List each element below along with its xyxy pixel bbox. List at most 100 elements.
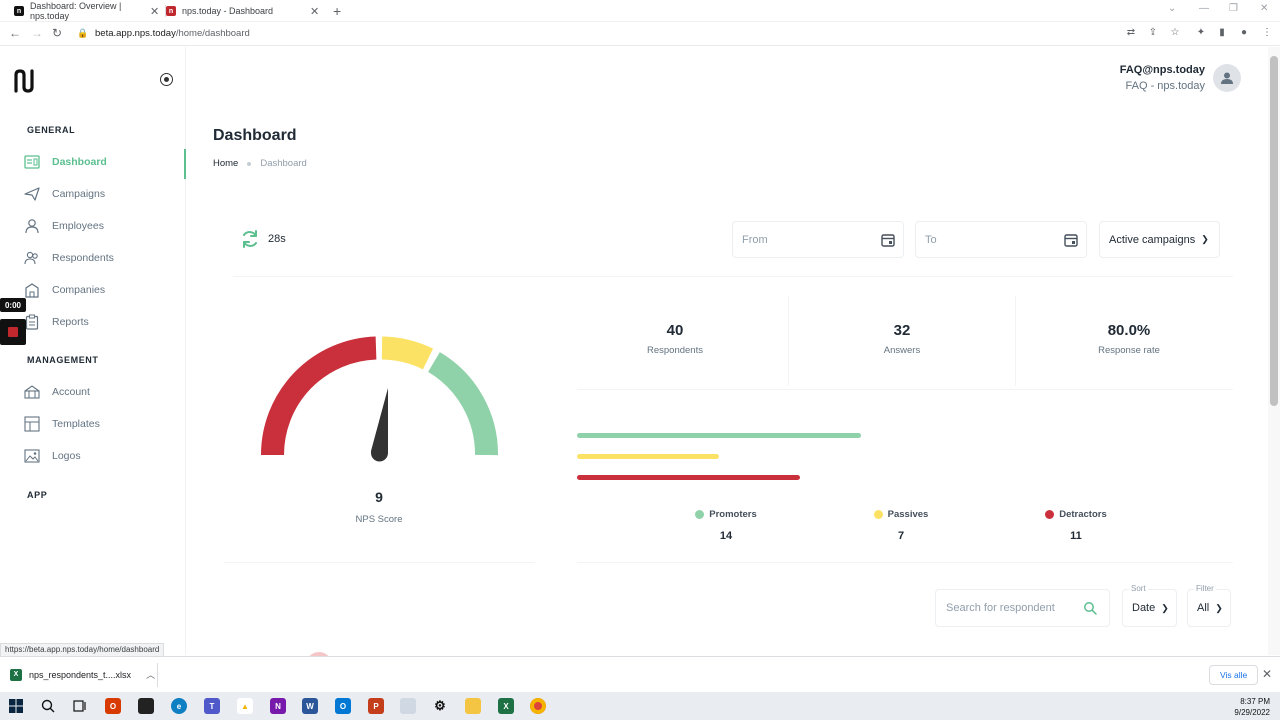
from-date-field[interactable]: From <box>732 221 904 258</box>
browser-tab-2[interactable]: n nps.today - Dashboard ✕ <box>166 0 320 22</box>
search-placeholder: Search for respondent <box>946 602 1055 614</box>
clock-time: 8:37 PM <box>1240 697 1270 706</box>
section-management: MANAGEMENT <box>27 355 99 365</box>
extensions-icon[interactable]: ✦ <box>1196 28 1206 38</box>
file-explorer-icon[interactable] <box>465 698 481 714</box>
calendar-icon[interactable] <box>1064 233 1078 247</box>
share-icon[interactable]: ⇪ <box>1148 28 1158 38</box>
breadcrumb: Home Dashboard <box>213 158 307 169</box>
legend-label: Promoters <box>709 509 757 520</box>
edge-icon[interactable]: e <box>171 698 187 714</box>
search-icon[interactable] <box>40 698 56 714</box>
settings-gear-icon[interactable]: ⚙ <box>432 698 448 714</box>
refresh-countdown: 28s <box>268 233 286 245</box>
campaign-select-value: Active campaigns <box>1109 233 1196 246</box>
minimize-icon[interactable]: — <box>1199 3 1209 14</box>
chevron-up-icon[interactable]: ︿ <box>146 668 155 681</box>
respondent-search[interactable]: Search for respondent <box>935 589 1110 627</box>
chevron-down-icon: ❯ <box>1161 602 1169 613</box>
word-icon[interactable]: W <box>302 698 318 714</box>
browser-tab-1[interactable]: n Dashboard: Overview | nps.today ✕ <box>14 0 162 22</box>
powerpoint-icon[interactable]: P <box>368 698 384 714</box>
passives-dot-icon <box>873 510 883 519</box>
breadcrumb-home[interactable]: Home <box>213 158 238 169</box>
close-tab-icon[interactable]: ✕ <box>150 5 159 18</box>
excel-icon[interactable]: X <box>498 698 514 714</box>
sort-select[interactable]: Date ❯ <box>1122 589 1177 627</box>
scrollbar-thumb[interactable] <box>1270 56 1278 406</box>
detractors-bar <box>577 475 801 480</box>
sidebar-item-templates[interactable]: Templates <box>24 411 186 437</box>
side-panel-icon[interactable]: ▮ <box>1217 28 1227 38</box>
task-view-icon[interactable] <box>72 698 88 714</box>
filter-select[interactable]: All ❯ <box>1187 589 1231 627</box>
profile-icon[interactable]: ● <box>1239 28 1249 38</box>
stat-response-rate: 80.0% Response rate <box>1016 322 1242 356</box>
campaign-select[interactable]: Active campaigns ❯ <box>1099 221 1220 258</box>
sidebar-item-logos[interactable]: Logos <box>24 443 186 469</box>
sidebar-item-employees[interactable]: Employees <box>24 213 186 239</box>
sidebar-item-account[interactable]: Account <box>24 379 186 405</box>
show-all-downloads-button[interactable]: Vis alle <box>1209 665 1259 685</box>
collapse-toggle-icon[interactable] <box>160 73 173 86</box>
office-icon[interactable]: O <box>105 698 121 714</box>
onenote-icon[interactable]: N <box>270 698 286 714</box>
section-app: APP <box>27 490 48 500</box>
address-bar: ← → ↻ 🔒 beta.app.nps.today/home/dashboar… <box>0 22 1280 46</box>
url-field[interactable]: beta.app.nps.today/home/dashboard <box>95 28 250 39</box>
refresh-indicator[interactable]: 28s <box>240 229 286 249</box>
dashboard-icon <box>24 154 40 170</box>
lock-icon[interactable]: 🔒 <box>77 28 88 39</box>
snipping-tool-icon[interactable] <box>400 698 416 714</box>
sidebar: GENERAL Dashboard Campaigns Employees Re… <box>0 47 186 655</box>
sidebar-item-label: Reports <box>52 316 89 328</box>
legend-label: Detractors <box>1059 509 1107 520</box>
outlook-icon[interactable]: O <box>335 698 351 714</box>
star-icon[interactable]: ☆ <box>1170 28 1180 38</box>
chrome-icon[interactable] <box>530 698 546 714</box>
close-tab-icon[interactable]: ✕ <box>310 5 319 18</box>
gauge-passive-arc <box>381 336 434 370</box>
sidebar-item-companies[interactable]: Companies <box>24 277 186 303</box>
teams-icon[interactable]: T <box>204 698 220 714</box>
translate-icon[interactable]: ⇄ <box>1126 28 1136 38</box>
clock-date: 9/29/2022 <box>1234 708 1270 717</box>
forward-icon[interactable]: → <box>31 26 43 40</box>
stat-value: 80.0% <box>1107 322 1151 339</box>
drive-icon[interactable]: ▲ <box>237 698 253 714</box>
building-icon <box>24 282 40 298</box>
to-placeholder: To <box>925 234 937 246</box>
detractors-count: 11 <box>1070 530 1082 542</box>
sticky-notes-icon[interactable] <box>138 698 154 714</box>
search-icon[interactable] <box>1083 601 1097 615</box>
account-icon <box>24 384 40 400</box>
templates-icon <box>24 416 40 432</box>
calendar-icon[interactable] <box>881 233 895 247</box>
download-item[interactable]: X nps_respondents_t....xlsx ︿ <box>10 668 155 681</box>
tab-title: Dashboard: Overview | nps.today <box>29 1 122 21</box>
reload-icon[interactable]: ↻ <box>52 26 62 40</box>
sidebar-item-dashboard[interactable]: Dashboard <box>24 149 186 179</box>
clipboard-icon <box>24 314 40 330</box>
browser-menu-icon[interactable]: ⋮ <box>1262 28 1272 38</box>
windows-start-icon[interactable] <box>8 698 24 714</box>
close-icon[interactable]: ✕ <box>1262 667 1272 681</box>
sidebar-item-campaigns[interactable]: Campaigns <box>24 181 186 207</box>
user-company: FAQ - nps.today <box>1125 80 1205 92</box>
stat-label: Answers <box>883 345 921 356</box>
close-window-icon[interactable]: ✕ <box>1260 3 1268 14</box>
nps-logo-icon[interactable] <box>13 69 35 93</box>
breadcrumb-separator <box>247 161 252 166</box>
tab-search-icon[interactable]: ⌄ <box>1168 3 1176 14</box>
detractors-dot-icon <box>1045 510 1055 519</box>
back-icon[interactable]: ← <box>9 26 21 40</box>
new-tab-icon[interactable]: + <box>333 3 341 19</box>
recorder-stop-button[interactable] <box>0 319 26 345</box>
taskbar-clock[interactable]: 8:37 PM 9/29/2022 <box>1234 696 1270 718</box>
restore-icon[interactable]: ❐ <box>1229 3 1238 14</box>
to-date-field[interactable]: To <box>915 221 1087 258</box>
sidebar-item-reports[interactable]: Reports <box>24 309 186 335</box>
promoters-bar <box>577 433 861 438</box>
avatar[interactable] <box>1213 64 1241 92</box>
sidebar-item-respondents[interactable]: Respondents <box>24 245 186 271</box>
